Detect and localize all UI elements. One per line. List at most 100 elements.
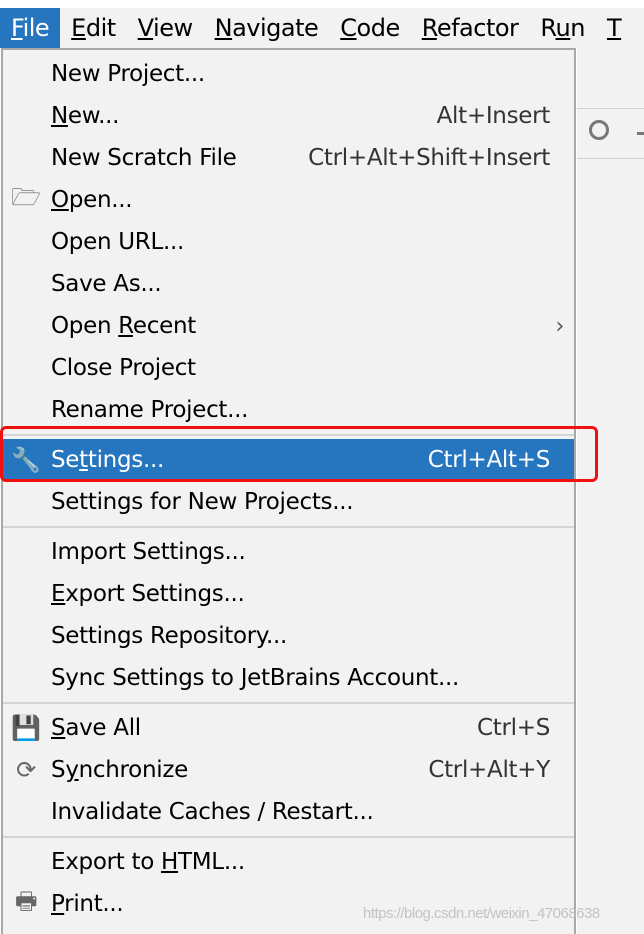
menu-item-new[interactable]: New... Alt+Insert: [3, 95, 574, 137]
menu-run[interactable]: Run: [529, 8, 596, 48]
menu-item-new-project[interactable]: New Project...: [3, 53, 574, 95]
menu-t[interactable]: T: [596, 8, 632, 48]
file-menu: New Project... New... Alt+Insert New Scratc…: [1, 48, 576, 934]
menu-item-save-as[interactable]: Save As...: [3, 263, 574, 305]
sync-icon: ⟳: [16, 756, 36, 784]
menu-item-settings-for-new-projects[interactable]: Settings for New Projects...: [3, 481, 574, 523]
label-part: pen...: [68, 187, 133, 213]
menu-item-invalidate-caches-restart[interactable]: Invalidate Caches / Restart...: [3, 791, 574, 833]
mnemonic: R: [421, 14, 438, 42]
label-part: TML...: [178, 849, 245, 875]
label-part: avigate: [232, 14, 319, 42]
menu-item-import-settings[interactable]: Import Settings...: [3, 531, 574, 573]
watermark: https://blog.csdn.net/weixin_47068638: [363, 905, 600, 922]
mnemonic: C: [340, 14, 357, 42]
locate-icon[interactable]: [589, 120, 609, 140]
label-part: Settings Repository...: [51, 623, 288, 649]
menu-item-export-to-html[interactable]: Export to HTML...: [3, 841, 574, 883]
menu-item-sync-settings-to-jetbrains-account[interactable]: Sync Settings to JetBrains Account...: [3, 657, 574, 699]
label-part: Open: [51, 313, 119, 339]
divider: [577, 158, 644, 159]
shortcut: Ctrl+Alt+Y: [428, 757, 550, 783]
menu-item-label: New Scratch File: [51, 145, 237, 171]
menu-item-save-all[interactable]: 💾 Save All Ctrl+S: [3, 707, 574, 749]
menu-edit[interactable]: Edit: [60, 8, 126, 48]
menu-item-new-scratch-file[interactable]: New Scratch File Ctrl+Alt+Shift+Insert: [3, 137, 574, 179]
label-part: Open URL...: [51, 229, 185, 255]
mnemonic: N: [51, 103, 68, 129]
label-part: Rename Project...: [51, 397, 249, 423]
separator: [3, 702, 574, 704]
label-part: ecent: [132, 313, 196, 339]
menu-item-export-settings[interactable]: Export Settings...: [3, 573, 574, 615]
print-icon: 🖶: [14, 886, 38, 915]
menu-item-close-project[interactable]: Close Project: [3, 347, 574, 389]
menu-item-label: Rename Project...: [51, 397, 248, 423]
highlight-annotation: [0, 426, 598, 482]
menu-item-synchronize[interactable]: ⟳ Synchronize Ctrl+Alt+Y: [3, 749, 574, 791]
mnemonic: F: [11, 14, 23, 42]
mnemonic: y: [65, 757, 79, 783]
label-part: rint...: [64, 891, 124, 917]
label-part: ect: [160, 355, 196, 381]
mnemonic: E: [71, 14, 86, 42]
menu-item-label: Settings for New Projects...: [51, 489, 354, 515]
label-part: iew: [153, 14, 193, 42]
menu-item-settings-repository[interactable]: Settings Repository...: [3, 615, 574, 657]
label-part: nchronize: [78, 757, 189, 783]
menu-item-label: Open...: [51, 187, 133, 213]
separator: [3, 526, 574, 528]
menu-item-label: Synchronize: [51, 757, 188, 783]
menu-item-label: Open URL...: [51, 229, 184, 255]
label-part: New Scratch File: [51, 145, 237, 171]
menu-view[interactable]: View: [127, 8, 204, 48]
label-part: Import Settings...: [51, 539, 246, 565]
mnemonic: O: [51, 187, 69, 213]
menu-code[interactable]: Code: [329, 8, 410, 48]
label-part: xport Settings...: [65, 581, 245, 607]
mnemonic: N: [214, 14, 233, 42]
menu-item-open-recent[interactable]: Open Recent ›: [3, 305, 574, 347]
editor-toolbar-area: [577, 48, 644, 934]
shortcut: Ctrl+Alt+Shift+Insert: [308, 145, 550, 171]
label-part: S: [51, 757, 66, 783]
label-part: ave All: [65, 715, 141, 741]
mnemonic: u: [555, 14, 571, 42]
menu-item-label: Settings Repository...: [51, 623, 287, 649]
collapse-icon[interactable]: [637, 132, 644, 135]
menu-item-rename-project[interactable]: Rename Project...: [3, 389, 574, 431]
label-part: ile: [22, 14, 50, 42]
label-part: Sync Settings to JetBrains Account...: [51, 665, 460, 691]
menu-item-label: Save As...: [51, 271, 162, 297]
menu-refactor[interactable]: Refactor: [411, 8, 530, 48]
menu-item-label: Import Settings...: [51, 539, 246, 565]
label-part: Export to: [51, 849, 162, 875]
menu-item-label: Open Recent: [51, 313, 196, 339]
menu-file[interactable]: File: [0, 8, 61, 48]
mnemonic: R: [118, 313, 133, 339]
menu-item-label: Sync Settings to JetBrains Account...: [51, 665, 459, 691]
mnemonic: E: [51, 581, 66, 607]
mnemonic: S: [51, 715, 66, 741]
menu-item-label: Save All: [51, 715, 141, 741]
label-part: Invalidate Caches / Restart...: [51, 799, 374, 825]
shortcut: Ctrl+S: [477, 715, 550, 741]
shortcut: Alt+Insert: [436, 103, 551, 129]
label-part: New Project...: [51, 61, 205, 87]
label-part: dit: [85, 14, 116, 42]
label-part: Save As...: [51, 271, 162, 297]
label-part: n: [570, 14, 585, 42]
mnemonic: H: [161, 849, 179, 875]
menu-navigate[interactable]: Navigate: [204, 8, 330, 48]
label-part: Settings for New Projects...: [51, 489, 354, 515]
folder-open-icon: 🗁: [11, 182, 41, 211]
label-part: Close Pro: [51, 355, 155, 381]
menu-item-open[interactable]: 🗁 Open...: [3, 179, 574, 221]
menu-item-open-url[interactable]: Open URL...: [3, 221, 574, 263]
separator: [3, 836, 574, 838]
save-icon: 💾: [11, 714, 41, 742]
menu-item-label: Invalidate Caches / Restart...: [51, 799, 374, 825]
menu-bar: File Edit View Navigate Code Refactor Run T: [0, 8, 644, 48]
menu-item-label: Export Settings...: [51, 581, 245, 607]
label-part: ode: [356, 14, 401, 42]
